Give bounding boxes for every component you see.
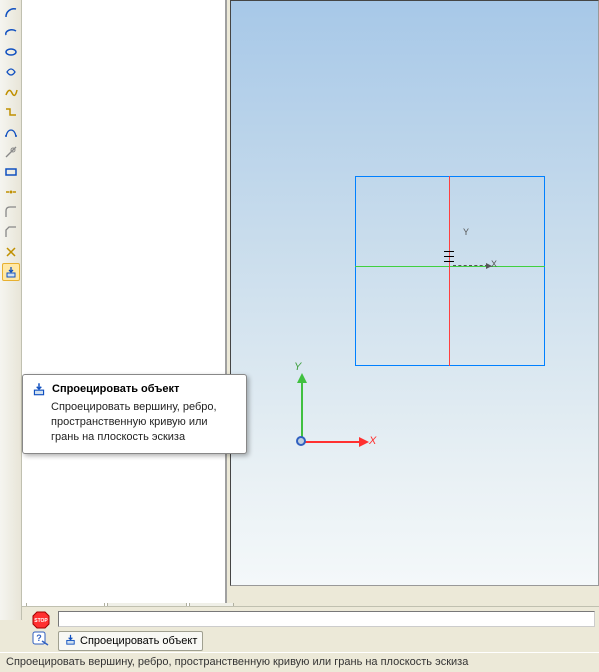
csys-y-axis: [301, 381, 303, 441]
collect-icon[interactable]: [2, 243, 20, 261]
local-y-label: Y: [463, 227, 469, 237]
cursor-crosshair: [444, 256, 454, 257]
break-curve-icon[interactable]: [2, 183, 20, 201]
tooltip-title-text: Спроецировать объект: [52, 383, 179, 395]
project-icon: [31, 381, 47, 397]
viewport-3d[interactable]: X Y X Y: [230, 0, 599, 586]
ellipse-icon[interactable]: [2, 43, 20, 61]
help-icon[interactable]: ?: [32, 631, 50, 647]
svg-text:STOP: STOP: [34, 618, 48, 624]
local-x-arrow: [453, 265, 488, 267]
line-tangent-icon[interactable]: [2, 143, 20, 161]
tree-panel: Построение Исполнения Зоны: [22, 0, 227, 620]
csys-y-label: Y: [294, 361, 301, 373]
bezier-icon[interactable]: [2, 123, 20, 141]
chamfer-icon[interactable]: [2, 223, 20, 241]
sketch-x-axis: [355, 266, 545, 267]
project-button-label: Спроецировать объект: [80, 635, 197, 647]
project-object-button[interactable]: Спроецировать объект: [58, 631, 203, 651]
svg-text:?: ?: [36, 633, 42, 643]
tooltip: Спроецировать объект Спроецировать верши…: [22, 374, 247, 454]
message-input[interactable]: [58, 611, 595, 627]
local-x-label: X: [491, 259, 497, 269]
status-text: Спроецировать вершину, ребро, пространст…: [6, 656, 468, 668]
csys-origin: [296, 436, 306, 446]
stop-icon[interactable]: STOP: [32, 611, 50, 629]
sketch-boundary: [355, 176, 545, 366]
sketch-y-axis: [449, 176, 450, 366]
command-bar-area: STOP ? Спроецировать объект: [22, 606, 599, 652]
rectangle-icon[interactable]: [2, 163, 20, 181]
polyline-icon[interactable]: [2, 103, 20, 121]
project-icon: [64, 633, 77, 649]
ellipse-partial-icon[interactable]: [2, 23, 20, 41]
fillet-icon[interactable]: [2, 203, 20, 221]
project-icon[interactable]: [2, 263, 20, 281]
spline-icon[interactable]: [2, 83, 20, 101]
status-bar: Спроецировать вершину, ребро, пространст…: [0, 652, 599, 672]
csys-x-axis: [301, 441, 361, 443]
left-toolbar: [0, 0, 22, 620]
spline-closed-icon[interactable]: [2, 63, 20, 81]
tooltip-description: Спроецировать вершину, ребро, пространст…: [31, 400, 238, 445]
arc-icon[interactable]: [2, 3, 20, 21]
csys-x-label: X: [369, 435, 376, 447]
